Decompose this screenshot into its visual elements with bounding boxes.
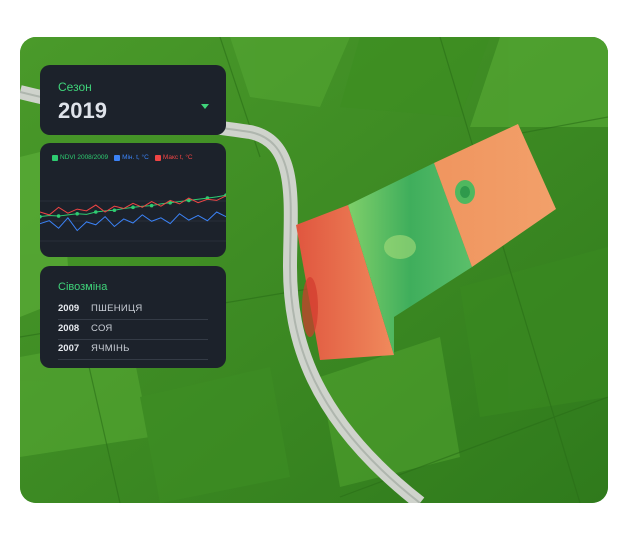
- weather-ndvi-chart-panel: NDVI 2008/2009 Мін. t, °C Макс t, °C: [40, 143, 226, 257]
- crop-rotation-panel: Сівозміна 2009 ПШЕНИЦЯ 2008 СОЯ 2007 ЯЧМ…: [40, 266, 226, 368]
- data-point: [112, 208, 117, 213]
- line-chart: [40, 193, 226, 242]
- data-point: [40, 214, 42, 219]
- list-item[interactable]: 2009 ПШЕНИЦЯ: [58, 299, 208, 320]
- data-point: [75, 211, 79, 216]
- rotation-crop: ПШЕНИЦЯ: [91, 303, 143, 314]
- chevron-down-icon[interactable]: [201, 104, 209, 109]
- crop-rotation-title: Сівозміна: [58, 281, 108, 293]
- data-point: [131, 205, 135, 210]
- data-point: [94, 210, 98, 214]
- data-point: [56, 214, 61, 218]
- season-label: Сезон: [58, 80, 92, 94]
- rotation-year: 2007: [58, 343, 80, 354]
- season-panel[interactable]: Сезон 2019: [40, 65, 226, 135]
- data-point: [149, 203, 154, 208]
- rotation-year: 2008: [58, 323, 80, 334]
- list-item[interactable]: 2008 СОЯ: [58, 319, 208, 340]
- rotation-year: 2009: [58, 303, 80, 314]
- rotation-crop: ЯЧМІНЬ: [91, 343, 130, 354]
- season-year-select[interactable]: 2019: [58, 98, 107, 124]
- list-item[interactable]: 2007 ЯЧМІНЬ: [58, 339, 208, 360]
- rotation-crop: СОЯ: [91, 323, 113, 334]
- series-line: [40, 195, 226, 216]
